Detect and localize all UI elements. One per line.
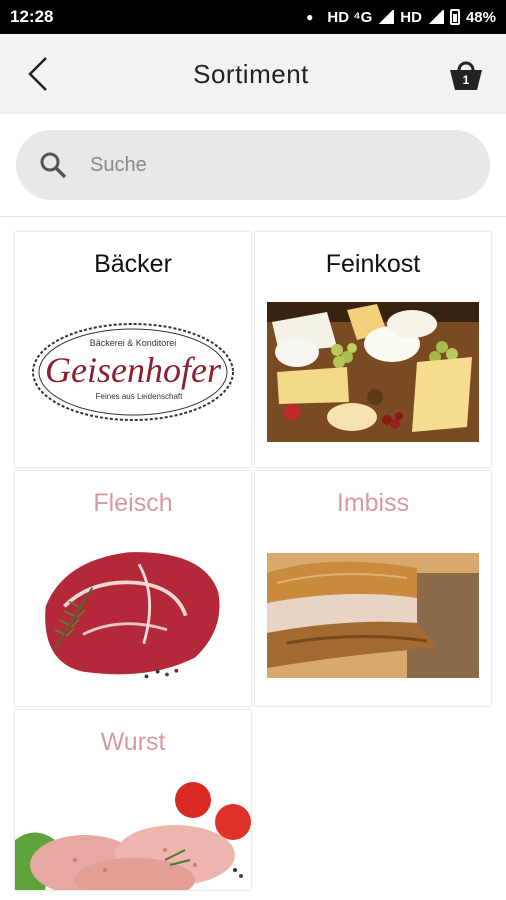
category-tile-feinkost[interactable]: Feinkost: [255, 232, 491, 467]
cart-count-badge: 1: [462, 73, 470, 87]
svg-text:Geisenhofer: Geisenhofer: [45, 350, 222, 390]
status-bar: 12:28 ● HD ⁴G HD 48%: [0, 0, 506, 34]
app-bar: Sortiment 1: [0, 34, 506, 114]
search-icon: [38, 150, 68, 180]
page-title: Sortiment: [193, 58, 309, 89]
category-tile-wurst[interactable]: Wurst: [15, 710, 251, 890]
status-time: 12:28: [10, 7, 54, 26]
search-input[interactable]: [90, 153, 390, 177]
notification-dot-icon: ●: [306, 10, 314, 24]
raw-meat-image: [45, 552, 220, 679]
search-bar[interactable]: [16, 130, 490, 200]
status-icons: ● HD ⁴G HD 48%: [306, 9, 496, 26]
network-label-2: HD: [400, 8, 422, 26]
sausage-slices-image: [15, 780, 251, 890]
category-tile-fleisch[interactable]: Fleisch: [15, 471, 251, 706]
network-label: HD ⁴G: [327, 8, 373, 26]
svg-text:Feines aus Leidenschaft: Feines aus Leidenschaft: [96, 392, 184, 401]
category-tile-baecker[interactable]: Bäcker Bäckerei & Konditorei Geisenhofer…: [15, 232, 251, 467]
category-tile-imbiss[interactable]: Imbiss: [255, 471, 491, 706]
category-label: Feinkost: [325, 250, 421, 278]
cart-button[interactable]: 1: [444, 52, 488, 96]
roast-pork-image: [267, 553, 479, 678]
signal-icon: [378, 10, 395, 24]
signal-icon-2: [427, 10, 444, 24]
chevron-left-icon: [28, 57, 47, 91]
battery-percent: 48%: [465, 8, 496, 26]
battery-icon: [449, 9, 460, 25]
category-label: Imbiss: [336, 489, 410, 517]
cheese-platter-image: [267, 302, 479, 442]
geisenhofer-logo: Bäckerei & Konditorei Geisenhofer Feines…: [32, 323, 234, 421]
category-label: Bäcker: [94, 250, 172, 278]
category-label: Wurst: [100, 728, 166, 756]
back-button[interactable]: [18, 54, 58, 94]
category-label: Fleisch: [93, 489, 173, 517]
search-section: [0, 114, 506, 217]
category-grid: Bäcker Bäckerei & Konditorei Geisenhofer…: [0, 217, 506, 890]
svg-text:Bäckerei & Konditorei: Bäckerei & Konditorei: [90, 338, 177, 348]
